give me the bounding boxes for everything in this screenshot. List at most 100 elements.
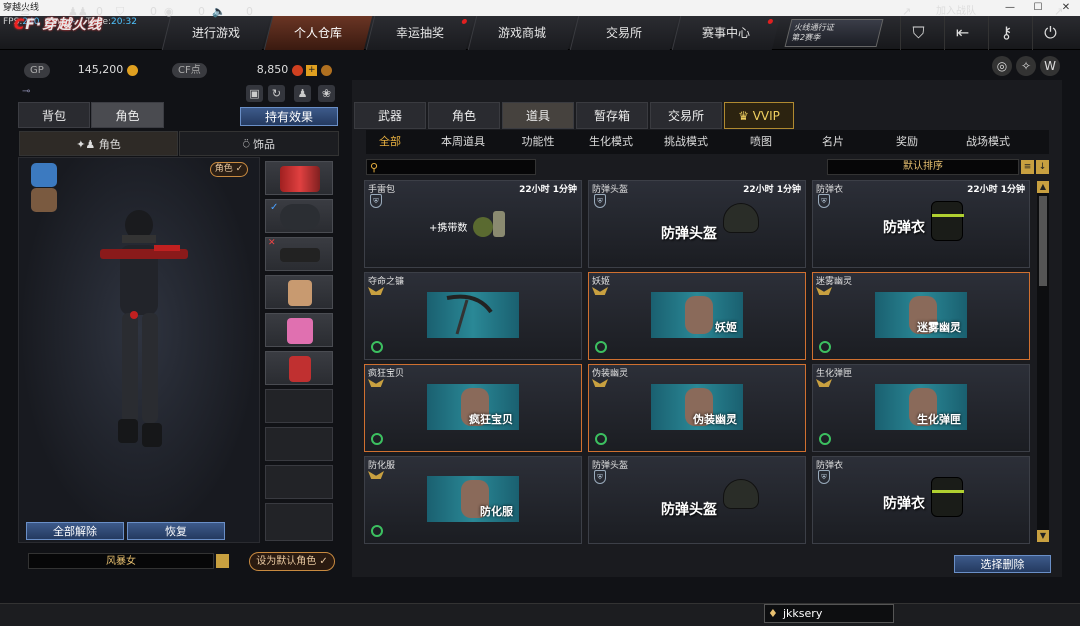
sort-down-icon[interactable]: ↓: [1036, 160, 1049, 174]
power-icon[interactable]: ⏻: [1032, 16, 1068, 50]
pet-icon[interactable]: ❀: [318, 85, 335, 102]
blue-faction-badge-icon[interactable]: [31, 163, 57, 187]
scroll-down-icon[interactable]: ▼: [1037, 530, 1049, 542]
minimize-button[interactable]: —: [996, 0, 1024, 16]
preview-eye-icon[interactable]: [371, 525, 383, 537]
menu-icon[interactable]: [216, 554, 229, 568]
nav-tab-play[interactable]: 进行游戏: [161, 16, 271, 50]
tab-backpack[interactable]: 背包: [18, 102, 90, 128]
character-name-field[interactable]: 风暴女: [28, 553, 214, 569]
speaker-icon[interactable]: 🔈: [212, 3, 226, 20]
slot-backpack[interactable]: [265, 313, 333, 347]
cat-tab-weapons[interactable]: 武器: [354, 102, 426, 129]
nav-tab-events[interactable]: 赛事中心: [671, 16, 781, 50]
slot-empty-3[interactable]: [265, 465, 333, 499]
scroll-up-icon[interactable]: ▲: [1037, 181, 1049, 193]
battle-pass-banner[interactable]: 火线通行证 第2赛季: [784, 19, 884, 47]
scroll-thumb[interactable]: [1039, 196, 1047, 286]
grid-scrollbar[interactable]: ▲ ▼: [1037, 181, 1049, 542]
item-card[interactable]: 妖姬 妖姬: [588, 272, 806, 360]
set-default-character-button[interactable]: 设为默认角色 ✓: [249, 552, 335, 571]
item-card[interactable]: 手雷包 22小时 1分钟 ⛨ +携带数: [364, 180, 582, 268]
refresh-cf-icon[interactable]: [320, 64, 332, 76]
list-icon[interactable]: ☰: [20, 3, 30, 20]
slot-emote[interactable]: [265, 275, 333, 309]
expand-icon[interactable]: ↗: [902, 3, 911, 20]
cat-tab-storage[interactable]: 暂存箱: [576, 102, 648, 129]
shield-small-icon[interactable]: ⛉: [116, 3, 124, 20]
friends-icon[interactable]: ♟♟: [68, 3, 88, 20]
restore-button[interactable]: 恢复: [127, 522, 225, 540]
preview-eye-icon[interactable]: [819, 341, 831, 353]
preview-eye-icon[interactable]: [595, 341, 607, 353]
item-card[interactable]: 防弹头盔 22小时 1分钟 ⛨ 防弹头盔: [588, 180, 806, 268]
character-icon[interactable]: ♟: [294, 85, 311, 102]
slot-empty-2[interactable]: [265, 427, 333, 461]
subcat-reward[interactable]: 奖励: [884, 130, 930, 154]
hold-effect-button[interactable]: 持有效果: [240, 107, 338, 126]
subcat-spray[interactable]: 喷图: [738, 130, 784, 154]
badge-icon[interactable]: ✧: [1016, 56, 1036, 76]
nav-tab-lucky-draw[interactable]: 幸运抽奖: [365, 16, 475, 50]
slot-goggles[interactable]: ✕: [265, 237, 333, 271]
key-icon[interactable]: ⚷: [988, 16, 1024, 50]
cf-currency: CF点 8,850 +: [172, 62, 332, 78]
item-card[interactable]: 防化服 防化服: [364, 456, 582, 544]
tab-character[interactable]: 角色: [91, 102, 164, 128]
vip-icon[interactable]: W: [1040, 56, 1060, 76]
item-card[interactable]: 生化弹匣 生化弹匣: [812, 364, 1030, 452]
join-team-label[interactable]: 加入战队: [936, 3, 976, 20]
subcat-weekly[interactable]: 本周道具: [428, 130, 498, 154]
item-card[interactable]: 防弹头盔 ⛨ 防弹头盔: [588, 456, 806, 544]
chat-icon[interactable]: ◉: [164, 3, 174, 20]
subcat-zombie[interactable]: 生化模式: [578, 130, 644, 154]
preview-eye-icon[interactable]: [371, 433, 383, 445]
user-name-box[interactable]: ♦ jkksery: [764, 604, 894, 623]
cat-tab-characters[interactable]: 角色: [428, 102, 500, 129]
subtab-accessory[interactable]: ⍥ 饰品: [179, 131, 339, 156]
maximize-button[interactable]: ☐: [1024, 0, 1052, 16]
select-delete-button[interactable]: 选择删除: [954, 555, 1051, 573]
subtab-character[interactable]: ✦♟ 角色: [19, 131, 178, 156]
nav-tab-exchange[interactable]: 交易所: [569, 16, 679, 50]
item-card[interactable]: 迷雾幽灵 迷雾幽灵: [812, 272, 1030, 360]
slot-weapon[interactable]: [265, 161, 333, 195]
sort-dropdown[interactable]: 默认排序: [827, 159, 1019, 175]
preview-eye-icon[interactable]: [819, 433, 831, 445]
slot-empty-1[interactable]: [265, 389, 333, 423]
subcat-challenge[interactable]: 挑战模式: [652, 130, 720, 154]
slot-grenades[interactable]: [265, 351, 333, 385]
subcat-card[interactable]: 名片: [810, 130, 856, 154]
brown-faction-badge-icon[interactable]: [31, 188, 57, 212]
cat-tab-exchange[interactable]: 交易所: [650, 102, 722, 129]
subcat-battlefield[interactable]: 战场模式: [952, 130, 1024, 154]
shield-check-icon[interactable]: ⛉: [900, 16, 936, 50]
item-card[interactable]: 夺命之镰: [364, 272, 582, 360]
search-input[interactable]: ⚲: [366, 159, 536, 175]
cf-value: 8,850: [256, 63, 289, 76]
expand-team-icon[interactable]: ↗: [1054, 3, 1063, 20]
item-card[interactable]: 伪装幽灵 伪装幽灵: [588, 364, 806, 452]
item-card[interactable]: 疯狂宝贝 疯狂宝贝: [364, 364, 582, 452]
subcat-all[interactable]: 全部: [366, 130, 414, 154]
count-friends: 0: [96, 5, 103, 18]
cat-tab-items[interactable]: 道具: [502, 102, 574, 129]
preview-eye-icon[interactable]: [371, 341, 383, 353]
add-cf-icon[interactable]: +: [306, 64, 318, 76]
target-icon[interactable]: ◎: [992, 56, 1012, 76]
item-card[interactable]: 防弹衣 22小时 1分钟 ⛨ 防弹衣: [812, 180, 1030, 268]
subcat-functional[interactable]: 功能性: [506, 130, 570, 154]
item-card[interactable]: 防弹衣 ⛨ 防弹衣: [812, 456, 1030, 544]
item-name: 生化弹匣: [816, 369, 853, 379]
list-menu-icon[interactable]: ≡: [1021, 160, 1034, 174]
nav-tab-warehouse[interactable]: 个人仓库: [263, 16, 373, 50]
slot-helmet[interactable]: ✓: [265, 199, 333, 233]
exit-icon[interactable]: ⇤: [944, 16, 980, 50]
slot-empty-4[interactable]: [265, 503, 333, 541]
cat-tab-vvip[interactable]: ♛ VVIP: [724, 102, 794, 129]
unequip-all-button[interactable]: 全部解除: [26, 522, 124, 540]
recycle-icon[interactable]: ↻: [268, 85, 285, 102]
gift-icon[interactable]: ▣: [246, 85, 263, 102]
preview-eye-icon[interactable]: [595, 433, 607, 445]
nav-tab-mall[interactable]: 游戏商城: [467, 16, 577, 50]
